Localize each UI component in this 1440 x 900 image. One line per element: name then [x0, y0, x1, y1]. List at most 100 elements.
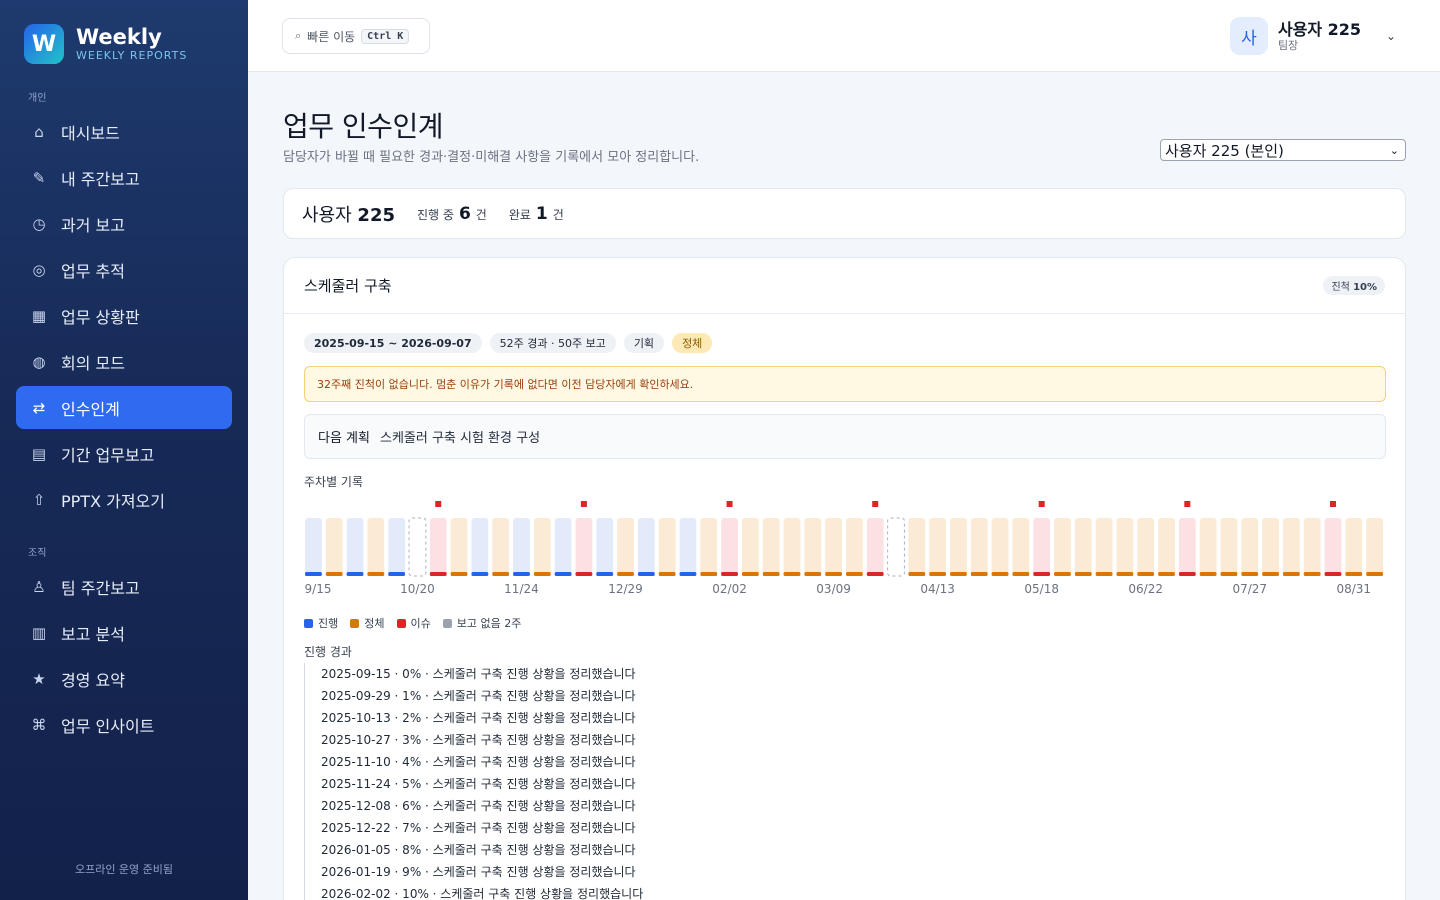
week-bar[interactable]: [429, 518, 447, 576]
history-item: 2026-02-02 · 10% · 스케줄러 구축 진행 상황을 정리했습니다: [321, 887, 644, 900]
week-bar-strip: [450, 572, 468, 576]
sidebar-item-label: 팀 주간보고: [61, 578, 140, 598]
week-bar[interactable]: [846, 518, 863, 576]
week-bar[interactable]: [533, 518, 551, 576]
week-bar[interactable]: [388, 518, 406, 576]
command-icon: ⌘: [31, 715, 47, 734]
week-bar[interactable]: [929, 518, 947, 576]
week-bar-strip: [637, 572, 655, 576]
sidebar-item-100[interactable]: ♙ 팀 주간보고: [16, 565, 232, 608]
pencil-icon: ✎: [32, 168, 46, 187]
sidebar-item-8[interactable]: ⇧ PPTX 가져오기: [16, 478, 232, 521]
week-bar[interactable]: [637, 518, 655, 576]
sidebar-item-6[interactable]: ⇄ 인수인계: [16, 386, 232, 429]
sidebar-item-3[interactable]: ◎ 업무 추적: [16, 248, 232, 291]
week-bar-strip: [929, 572, 947, 576]
week-bar[interactable]: [721, 518, 738, 576]
issue-marker: [435, 501, 442, 507]
week-bar[interactable]: [1033, 518, 1051, 576]
sidebar-item-0[interactable]: ⌂ 대시보드: [16, 110, 232, 153]
week-bar[interactable]: [1345, 518, 1363, 576]
week-bar[interactable]: [700, 518, 718, 576]
tick-label: 06/22: [1128, 582, 1163, 596]
tick-label: 08/31: [1336, 582, 1371, 596]
week-bar[interactable]: [991, 518, 1009, 576]
task-tags: 2025-09-15 ~ 2026-09-07 52주 경과 · 50주 보고 …: [304, 333, 720, 353]
tick-label: 11/24: [504, 582, 539, 596]
history-label: 진행 경과: [304, 645, 352, 659]
sidebar-item-label: PPTX 가져오기: [61, 491, 165, 511]
week-bar[interactable]: [908, 518, 926, 576]
chart-legend: 진행 정체 이슈 보고 없음 2주: [304, 615, 533, 631]
week-bar[interactable]: [1012, 518, 1030, 576]
sidebar-item-1[interactable]: ✎ 내 주간보고: [16, 156, 232, 199]
page-subtitle: 담당자가 바뀔 때 필요한 경과·결정·미해결 사항을 기록에서 모아 정리합니…: [283, 150, 700, 165]
week-bar[interactable]: [575, 518, 593, 576]
sidebar-item-2[interactable]: ◷ 과거 보고: [16, 202, 232, 245]
week-bar[interactable]: [866, 518, 884, 576]
week-bar[interactable]: [325, 518, 343, 576]
user-name: 사용자 225: [1277, 20, 1362, 39]
week-bar-strip: [305, 572, 322, 576]
issue-marker: [1184, 501, 1191, 507]
period-tag: 2025-09-15 ~ 2026-09-07: [304, 333, 482, 353]
week-bar[interactable]: [1178, 518, 1196, 576]
stat-in-progress: 진행 중 6 건: [417, 204, 487, 224]
week-bar[interactable]: [741, 518, 759, 576]
week-bar[interactable]: [367, 518, 385, 576]
grid-icon: ▦: [31, 306, 47, 325]
week-bar[interactable]: [1095, 518, 1113, 576]
sidebar-item-103[interactable]: ⌘ 업무 인사이트: [16, 703, 232, 746]
week-bar[interactable]: [1137, 518, 1155, 576]
week-bar[interactable]: [346, 518, 364, 576]
sidebar-item-102[interactable]: ★ 경영 요약: [16, 657, 232, 700]
week-bar[interactable]: [617, 518, 634, 576]
week-bar[interactable]: [762, 518, 780, 576]
search-icon: ⌕: [295, 29, 302, 42]
week-bar[interactable]: [408, 517, 427, 577]
week-bar[interactable]: [1282, 518, 1300, 576]
week-bar[interactable]: [970, 518, 988, 576]
week-bar-strip: [1095, 572, 1113, 576]
week-bar[interactable]: [1366, 518, 1383, 576]
history-item: 2025-11-10 · 4% · 스케줄러 구축 진행 상황을 정리했습니다: [321, 755, 636, 769]
week-bar-strip: [471, 572, 489, 576]
week-bar[interactable]: [658, 518, 676, 576]
sidebar-item-7[interactable]: ▤ 기간 업무보고: [16, 432, 232, 475]
brand[interactable]: W Weekly WEEKLY REPORTS: [24, 24, 187, 64]
week-bar[interactable]: [950, 518, 967, 576]
chevron-down-icon[interactable]: ⌄: [1386, 29, 1396, 43]
week-bar[interactable]: [679, 518, 697, 576]
week-bar[interactable]: [1220, 518, 1238, 576]
week-bar[interactable]: [1158, 518, 1175, 576]
week-bar[interactable]: [450, 518, 468, 576]
week-bar[interactable]: [1241, 518, 1259, 576]
week-bar[interactable]: [1199, 518, 1217, 576]
week-bar[interactable]: [825, 518, 842, 576]
week-bar[interactable]: [492, 518, 510, 576]
sidebar-item-5[interactable]: ◍ 회의 모드: [16, 340, 232, 383]
quick-nav-button[interactable]: ⌕ 빠른 이동 Ctrl K: [282, 18, 430, 54]
week-bar[interactable]: [1054, 518, 1071, 576]
week-bar[interactable]: [1116, 518, 1134, 576]
sidebar-item-101[interactable]: ▥ 보고 분석: [16, 611, 232, 654]
week-bar[interactable]: [783, 518, 801, 576]
task-card-header[interactable]: 스케줄러 구축 진척 10%: [284, 258, 1405, 314]
week-bar[interactable]: [1324, 518, 1342, 576]
week-bar[interactable]: [305, 518, 322, 576]
legend-item: 이슈: [396, 615, 431, 631]
week-bar[interactable]: [513, 518, 530, 576]
week-bar-strip: [1220, 572, 1238, 576]
sidebar-item-4[interactable]: ▦ 업무 상황판: [16, 294, 232, 337]
week-bar[interactable]: [1262, 518, 1279, 576]
week-bar[interactable]: [471, 518, 489, 576]
user-menu[interactable]: 사 사용자 225 팀장 ⌄: [1229, 17, 1396, 55]
week-bar[interactable]: [887, 517, 905, 577]
week-bar[interactable]: [1303, 518, 1321, 576]
stat-in-progress-label: 진행 중: [417, 207, 454, 222]
week-bar[interactable]: [804, 518, 822, 576]
week-bar[interactable]: [596, 518, 614, 576]
week-bar[interactable]: [1074, 518, 1092, 576]
owner-select[interactable]: 사용자 225 (본인) ⌄: [1160, 139, 1406, 161]
week-bar[interactable]: [554, 518, 572, 576]
